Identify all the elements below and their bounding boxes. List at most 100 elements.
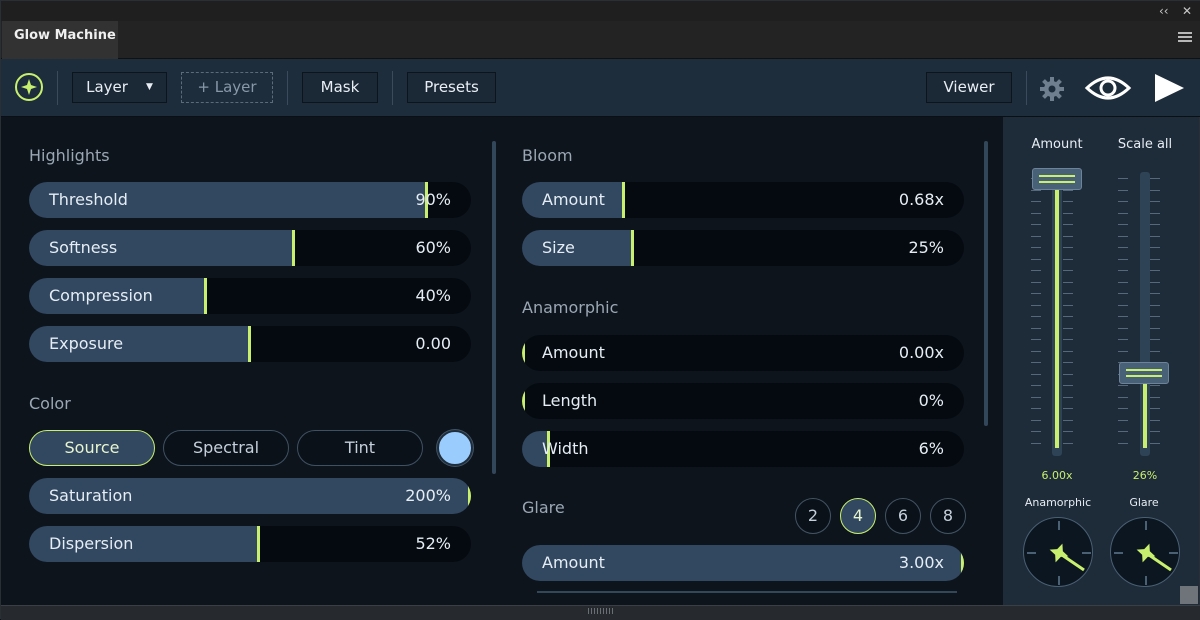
scale-all-fader-fill: [1143, 384, 1147, 448]
color-dispersion-slider[interactable]: Dispersion 52%: [29, 526, 471, 562]
presets-button[interactable]: Presets: [407, 72, 496, 103]
viewer-button[interactable]: Viewer: [926, 72, 1012, 103]
gear-icon[interactable]: [1039, 76, 1065, 102]
glare-option-6[interactable]: 6: [885, 498, 921, 534]
color-mode-source[interactable]: Source: [29, 430, 155, 466]
tint-color-swatch[interactable]: [437, 430, 473, 466]
collapse-icon[interactable]: ‹‹: [1159, 3, 1169, 19]
mask-button[interactable]: Mask: [302, 72, 378, 103]
amount-fader-fill: [1055, 190, 1059, 448]
scale-all-fader-track[interactable]: [1140, 172, 1150, 456]
highlights-exposure-slider-label: Exposure: [49, 334, 124, 353]
tab-bar: [1, 21, 1200, 59]
color-dispersion-slider-value: 52%: [415, 534, 451, 553]
anamorphic-amount-slider-label: Amount: [542, 343, 605, 362]
scrollbar-thumb[interactable]: [1180, 586, 1198, 604]
bloom-amount-slider-handle[interactable]: [622, 182, 625, 218]
highlights-compression-slider-value: 40%: [415, 286, 451, 305]
scale-all-fader-thumb[interactable]: [1119, 362, 1169, 384]
bloom-title: Bloom: [522, 146, 573, 165]
highlights-exposure-slider-value: 0.00: [415, 334, 451, 353]
amount-fader-label: Amount: [1031, 137, 1083, 152]
column-scrollbar[interactable]: [984, 141, 988, 426]
play-icon[interactable]: [1151, 71, 1187, 105]
highlights-threshold-slider-label: Threshold: [49, 190, 128, 209]
bloom-size-slider[interactable]: Size 25%: [522, 230, 964, 266]
anamorphic-width-slider-value: 6%: [918, 439, 944, 458]
highlights-threshold-slider-value: 90%: [415, 190, 451, 209]
anamorphic-title: Anamorphic: [522, 298, 619, 317]
scale-all-fader-label: Scale all: [1117, 137, 1173, 152]
anamorphic-amount-slider-value: 0.00x: [898, 343, 944, 362]
close-icon[interactable]: ✕: [1182, 3, 1192, 19]
highlights-exposure-slider[interactable]: Exposure 0.00: [29, 326, 471, 362]
highlights-compression-slider[interactable]: Compression 40%: [29, 278, 471, 314]
highlights-softness-slider-label: Softness: [49, 238, 118, 257]
toolbar-separator: [287, 71, 288, 105]
anamorphic-length-slider-handle[interactable]: [522, 383, 525, 419]
glare-knob[interactable]: [1110, 517, 1180, 587]
logo-icon[interactable]: [15, 73, 43, 101]
glare-option-4[interactable]: 4: [840, 498, 876, 534]
column-scrollbar[interactable]: [492, 141, 496, 474]
color-saturation-slider-label: Saturation: [49, 486, 133, 505]
anamorphic-knob-label: Anamorphic: [1024, 496, 1092, 509]
add-layer-button[interactable]: + Layer: [181, 72, 273, 103]
layer-select-label: Layer: [86, 78, 128, 96]
plugin-panel: ‹‹ ✕ Glow Machine Layer ▼ + Layer Mask Pr…: [0, 0, 1200, 620]
glare-amount-slider-label: Amount: [542, 553, 605, 572]
toolbar-separator: [392, 71, 393, 105]
bloom-size-slider-fill: [522, 230, 633, 266]
panel-menu-icon[interactable]: [1178, 32, 1192, 44]
color-mode-spectral[interactable]: Spectral: [163, 430, 289, 466]
master-panel: Amount Scale all 6.00x 26% Anamorphic Gl…: [1003, 117, 1199, 605]
highlights-compression-slider-label: Compression: [49, 286, 153, 305]
eye-icon[interactable]: [1084, 71, 1132, 105]
highlights-threshold-slider[interactable]: Threshold 90%: [29, 182, 471, 218]
amount-fader-track[interactable]: [1052, 172, 1062, 456]
anamorphic-knob[interactable]: [1023, 517, 1093, 587]
color-title: Color: [29, 394, 71, 413]
anamorphic-amount-slider-handle[interactable]: [522, 335, 525, 371]
anamorphic-width-slider[interactable]: Width 6%: [522, 431, 964, 467]
highlights-softness-slider-handle[interactable]: [292, 230, 295, 266]
scale-all-fader-value: 26%: [1132, 469, 1158, 482]
color-saturation-slider[interactable]: Saturation 200%: [29, 478, 471, 514]
highlights-compression-slider-handle[interactable]: [204, 278, 207, 314]
amount-fader-value: 6.00x: [1041, 469, 1073, 482]
highlights-softness-slider-value: 60%: [415, 238, 451, 257]
toolbar: Layer ▼ + Layer Mask Presets Viewer: [1, 59, 1200, 117]
anamorphic-width-slider-label: Width: [542, 439, 589, 458]
bloom-amount-slider[interactable]: Amount 0.68x: [522, 182, 964, 218]
amount-fader-thumb[interactable]: [1032, 168, 1082, 190]
color-saturation-slider-handle[interactable]: [468, 478, 471, 514]
panel-title-strip: ‹‹ ✕: [1, 1, 1200, 21]
highlights-title: Highlights: [29, 146, 110, 165]
color-mode-tint[interactable]: Tint: [297, 430, 423, 466]
bloom-size-slider-value: 25%: [908, 238, 944, 257]
glare-amount-slider[interactable]: Amount 3.00x: [522, 545, 964, 581]
glare-option-2[interactable]: 2: [795, 498, 831, 534]
glare-amount-slider-value: 3.00x: [898, 553, 944, 572]
bloom-amount-slider-label: Amount: [542, 190, 605, 209]
highlights-softness-slider[interactable]: Softness 60%: [29, 230, 471, 266]
glare-amount-slider-handle[interactable]: [961, 545, 964, 581]
tab-glow-machine[interactable]: Glow Machine: [2, 21, 118, 59]
layer-select[interactable]: Layer ▼: [72, 72, 167, 103]
anamorphic-length-slider-value: 0%: [918, 391, 944, 410]
color-dispersion-slider-label: Dispersion: [49, 534, 134, 553]
color-dispersion-slider-handle[interactable]: [257, 526, 260, 562]
toolbar-separator: [57, 71, 58, 105]
anamorphic-amount-slider[interactable]: Amount 0.00x: [522, 335, 964, 371]
bloom-amount-slider-value: 0.68x: [898, 190, 944, 209]
highlights-exposure-slider-handle[interactable]: [248, 326, 251, 362]
resize-grip-icon[interactable]: [588, 608, 614, 614]
anamorphic-length-slider[interactable]: Length 0%: [522, 383, 964, 419]
toolbar-separator: [1026, 71, 1027, 105]
bloom-size-slider-label: Size: [542, 238, 575, 257]
glare-option-8[interactable]: 8: [930, 498, 966, 534]
color-saturation-slider-value: 200%: [405, 486, 451, 505]
bloom-size-slider-handle[interactable]: [631, 230, 634, 266]
glare-title: Glare: [522, 498, 565, 517]
anamorphic-length-slider-label: Length: [542, 391, 598, 410]
